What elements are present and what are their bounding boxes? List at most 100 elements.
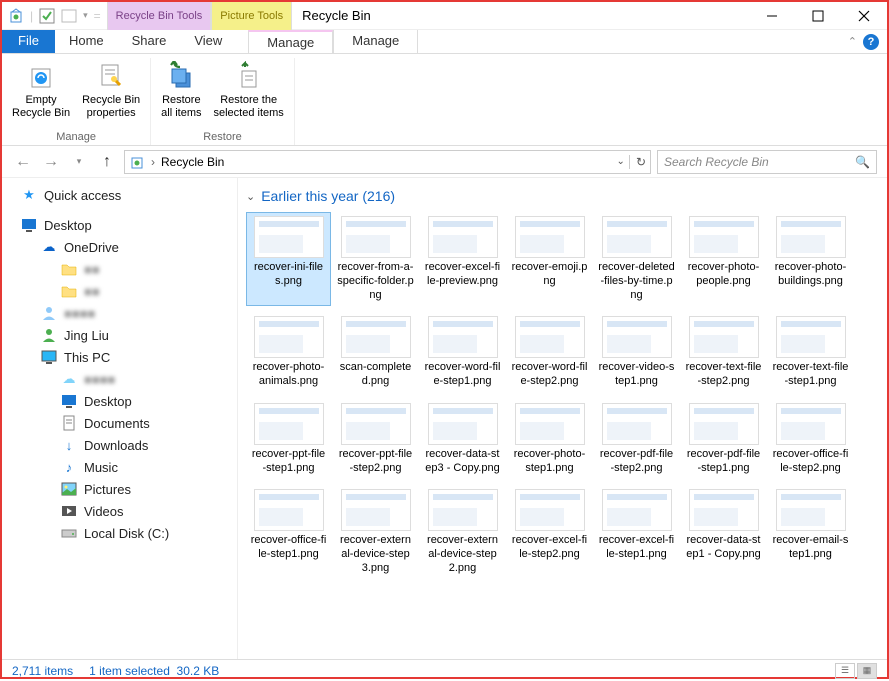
file-item[interactable]: recover-from-a-specific-folder.png [333,212,418,306]
onedrive-icon: ☁ [40,239,58,255]
breadcrumb-separator-icon[interactable]: › [151,155,155,169]
tree-item-local-disk[interactable]: Local Disk (C:) [2,522,237,544]
file-item[interactable]: recover-photo-people.png [681,212,766,306]
file-item[interactable]: recover-text-file-step1.png [768,312,853,393]
file-thumbnail [254,489,324,531]
up-button[interactable]: ↑ [96,151,118,173]
file-item[interactable]: recover-word-file-step1.png [420,312,505,393]
file-item[interactable]: recover-data-step3 - Copy.png [420,399,505,480]
manage-tab-picture[interactable]: Manage [333,30,418,53]
search-input[interactable]: Search Recycle Bin 🔍 [657,150,877,174]
contextual-tab-recycle-bin-tools[interactable]: Recycle Bin Tools [107,2,212,30]
chevron-down-icon[interactable]: ⌄ [246,190,255,203]
tree-item[interactable]: ☁ ■■■■ [2,368,237,390]
file-item[interactable]: recover-photo-buildings.png [768,212,853,306]
minimize-button[interactable] [749,2,795,30]
music-icon: ♪ [60,459,78,475]
thumbnails-view-button[interactable]: ▦ [857,663,877,679]
navigation-pane[interactable]: ★ Quick access Desktop ☁ OneDrive ■■ ■■ … [2,178,238,659]
file-item[interactable]: scan-completed.png [333,312,418,393]
tree-label: Desktop [84,394,132,409]
quick-access-toolbar: | ▾ = [2,8,107,24]
tree-item-documents[interactable]: Documents [2,412,237,434]
file-name-label: recover-external-device-step2.png [424,534,501,575]
file-item[interactable]: recover-excel-file-step1.png [594,485,679,579]
ribbon-tabs: File Home Share View Manage Manage ⌃ ? [2,30,887,54]
file-thumbnail [341,403,411,445]
tree-item[interactable]: ■■■■ [2,302,237,324]
tree-item-this-pc[interactable]: This PC [2,346,237,368]
file-item[interactable]: recover-pdf-file-step2.png [594,399,679,480]
tree-label: Videos [84,504,124,519]
file-item[interactable]: recover-ini-files.png [246,212,331,306]
file-item[interactable]: recover-pdf-file-step1.png [681,399,766,480]
tree-item-music[interactable]: ♪ Music [2,456,237,478]
file-thumbnail [428,316,498,358]
file-name-label: recover-ppt-file-step1.png [250,448,327,476]
restore-all-items-button[interactable]: Restore all items [155,58,207,131]
maximize-button[interactable] [795,2,841,30]
share-tab[interactable]: Share [118,30,181,53]
search-icon[interactable]: 🔍 [855,155,870,169]
tree-item-downloads[interactable]: ↓ Downloads [2,434,237,456]
recycle-bin-properties-button[interactable]: Recycle Bin properties [76,58,146,131]
forward-button[interactable]: → [40,151,62,173]
back-button[interactable]: ← [12,151,34,173]
file-tab[interactable]: File [2,30,55,53]
home-tab[interactable]: Home [55,30,118,53]
view-tab[interactable]: View [180,30,236,53]
group-header[interactable]: ⌄ Earlier this year (216) [246,184,879,212]
tree-item-user[interactable]: Jing Liu [2,324,237,346]
file-item[interactable]: recover-word-file-step2.png [507,312,592,393]
contextual-tab-picture-tools[interactable]: Picture Tools [211,2,292,30]
tree-item-pictures[interactable]: Pictures [2,478,237,500]
tree-item[interactable]: ■■ [2,280,237,302]
window-controls [749,2,887,30]
restore-selected-items-button[interactable]: Restore the selected items [208,58,290,131]
file-item[interactable]: recover-emoji.png [507,212,592,306]
ribbon-collapse-chevron-icon[interactable]: ⌃ [848,35,857,48]
file-item[interactable]: recover-photo-animals.png [246,312,331,393]
file-item[interactable]: recover-external-device-step2.png [420,485,505,579]
details-view-button[interactable]: ☰ [835,663,855,679]
address-bar[interactable]: › Recycle Bin ⌄ ↻ [124,150,651,174]
file-item[interactable]: recover-data-step1 - Copy.png [681,485,766,579]
file-item[interactable]: recover-ppt-file-step2.png [333,399,418,480]
file-item[interactable]: recover-deleted-files-by-time.png [594,212,679,306]
breadcrumb-item[interactable]: Recycle Bin [161,155,224,169]
file-item[interactable]: recover-email-step1.png [768,485,853,579]
file-thumbnail [689,403,759,445]
properties-checkbox-icon[interactable] [39,8,55,24]
tree-item-quick-access[interactable]: ★ Quick access [2,184,237,206]
file-item[interactable]: recover-video-step1.png [594,312,679,393]
refresh-button[interactable]: ↻ [629,155,646,169]
star-icon: ★ [20,187,38,203]
close-button[interactable] [841,2,887,30]
file-item[interactable]: recover-excel-file-preview.png [420,212,505,306]
empty-recycle-bin-button[interactable]: Empty Recycle Bin [6,58,76,131]
file-item[interactable]: recover-text-file-step2.png [681,312,766,393]
tree-item[interactable]: ■■ [2,258,237,280]
file-item[interactable]: recover-excel-file-step2.png [507,485,592,579]
recent-locations-dropdown[interactable]: ▾ [68,151,90,173]
address-dropdown-icon[interactable]: ⌄ [617,156,625,167]
help-icon[interactable]: ? [863,34,879,50]
tree-item-desktop[interactable]: Desktop [2,390,237,412]
file-list-pane[interactable]: ⌄ Earlier this year (216) recover-ini-fi… [238,178,887,659]
tree-label: Documents [84,416,150,431]
file-item[interactable]: recover-office-file-step1.png [246,485,331,579]
file-item[interactable]: recover-office-file-step2.png [768,399,853,480]
status-item-count: 2,711 items [12,664,73,678]
tree-item-videos[interactable]: Videos [2,500,237,522]
tree-item-desktop[interactable]: Desktop [2,214,237,236]
tree-item-onedrive[interactable]: ☁ OneDrive [2,236,237,258]
qat-dropdown-icon[interactable]: ▾ [83,10,88,21]
pictures-icon [60,481,78,497]
ribbon-body: Empty Recycle Bin Recycle Bin properties… [2,54,887,146]
manage-tab-recycle-bin[interactable]: Manage [248,30,333,53]
file-item[interactable]: recover-external-device-step3.png [333,485,418,579]
file-item[interactable]: recover-ppt-file-step1.png [246,399,331,480]
tree-label: Downloads [84,438,148,453]
file-item[interactable]: recover-photo-step1.png [507,399,592,480]
new-folder-icon[interactable] [61,8,77,24]
